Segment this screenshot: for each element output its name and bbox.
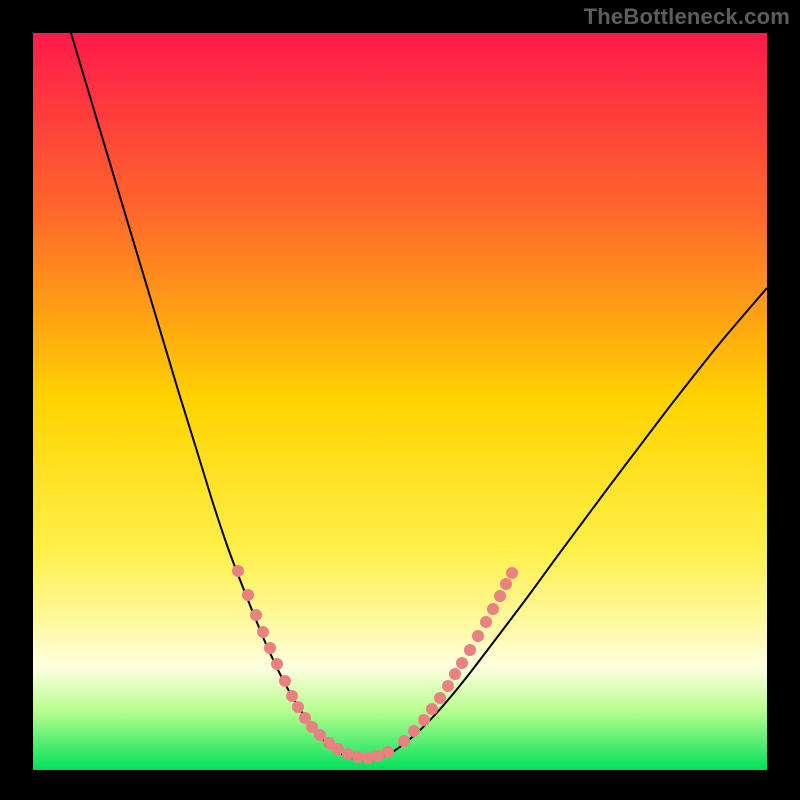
data-dot <box>487 603 499 615</box>
data-dot <box>449 668 461 680</box>
data-dot <box>472 630 484 642</box>
data-dot <box>506 567 518 579</box>
data-dot <box>314 729 326 741</box>
data-dot <box>232 565 244 577</box>
data-dot <box>464 644 476 656</box>
data-dot <box>418 714 430 726</box>
data-dot <box>242 589 254 601</box>
data-dot <box>257 626 269 638</box>
data-dot <box>426 703 438 715</box>
data-dot <box>382 746 394 758</box>
data-dot <box>434 692 446 704</box>
data-dot <box>442 680 454 692</box>
data-dot <box>279 675 291 687</box>
data-dot <box>408 725 420 737</box>
data-dot <box>494 590 506 602</box>
data-dot <box>398 735 410 747</box>
data-dot <box>362 752 374 764</box>
data-dot <box>250 609 262 621</box>
data-dot <box>480 616 492 628</box>
data-dot <box>456 657 468 669</box>
data-dot <box>292 701 304 713</box>
data-dot <box>264 642 276 654</box>
data-dot <box>271 658 283 670</box>
plot-background <box>33 33 767 770</box>
data-dot <box>286 690 298 702</box>
chart-frame: TheBottleneck.com <box>0 0 800 800</box>
data-dot <box>500 578 512 590</box>
bottleneck-curve-chart <box>0 0 800 800</box>
